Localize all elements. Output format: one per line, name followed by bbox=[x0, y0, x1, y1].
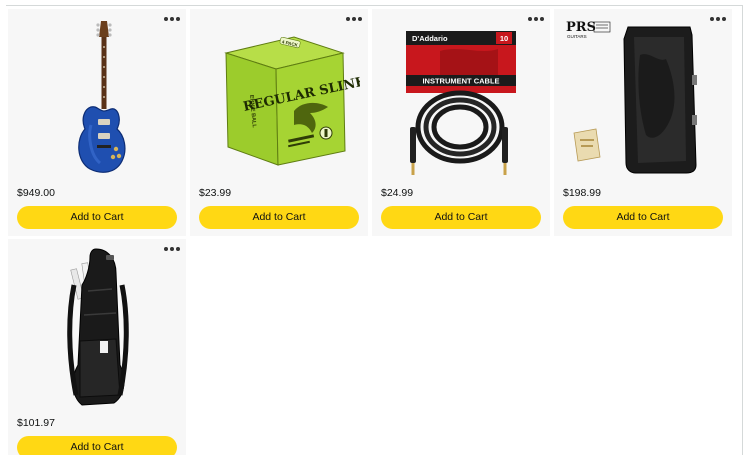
double-guitar-gig-bag-image[interactable] bbox=[16, 245, 178, 411]
add-to-cart-button[interactable]: Add to Cart bbox=[17, 206, 177, 229]
svg-text:PRS: PRS bbox=[566, 20, 596, 35]
guitar-hardshell-case-image[interactable]: PRS GUITARS bbox=[562, 15, 724, 181]
svg-text:INSTRUMENT CABLE: INSTRUMENT CABLE bbox=[422, 77, 499, 86]
right-divider bbox=[742, 5, 743, 455]
product-card[interactable]: 4 PACK ERNIE BALL REGULAR SLINKY $23.99 … bbox=[190, 9, 368, 236]
guitar-hardshell-case-image-svg: PRS GUITARS bbox=[566, 20, 697, 174]
add-to-cart-button[interactable]: Add to Cart bbox=[381, 206, 541, 229]
guitar-strings-4-pack-image[interactable]: 4 PACK ERNIE BALL REGULAR SLINKY bbox=[198, 15, 360, 181]
product-card[interactable]: D'Addario 10 INSTRUMENT CABLE $24.99 Add… bbox=[372, 9, 550, 236]
product-price: $949.00 bbox=[17, 187, 55, 199]
top-divider bbox=[6, 5, 742, 6]
svg-text:GUITARS: GUITARS bbox=[567, 34, 587, 39]
product-card[interactable]: PRS GUITARS $198.99 Add to Cart bbox=[554, 9, 732, 236]
electric-guitar-image[interactable] bbox=[16, 15, 178, 181]
svg-text:10: 10 bbox=[500, 34, 508, 43]
product-card[interactable]: $101.97 Add to Cart bbox=[8, 239, 186, 455]
guitar-strings-4-pack-image-svg: 4 PACK ERNIE BALL REGULAR SLINKY bbox=[224, 36, 360, 166]
product-price: $23.99 bbox=[199, 187, 232, 199]
product-price: $24.99 bbox=[381, 187, 414, 199]
electric-guitar-image-svg bbox=[78, 21, 126, 173]
svg-text:D'Addario: D'Addario bbox=[412, 34, 448, 43]
add-to-cart-button[interactable]: Add to Cart bbox=[199, 206, 359, 229]
double-guitar-gig-bag-image-svg bbox=[67, 248, 129, 406]
product-price: $101.97 bbox=[17, 417, 55, 429]
instrument-cable-image[interactable]: D'Addario 10 INSTRUMENT CABLE bbox=[380, 15, 542, 181]
product-grid: $949.00 Add to Cart 4 PACK ERNIE BALL RE… bbox=[8, 9, 732, 455]
add-to-cart-button[interactable]: Add to Cart bbox=[563, 206, 723, 229]
product-card[interactable]: $949.00 Add to Cart bbox=[8, 9, 186, 236]
add-to-cart-button[interactable]: Add to Cart bbox=[17, 436, 177, 455]
product-grid-page: $949.00 Add to Cart 4 PACK ERNIE BALL RE… bbox=[0, 0, 749, 455]
instrument-cable-image-svg: D'Addario 10 INSTRUMENT CABLE bbox=[406, 31, 516, 175]
product-price: $198.99 bbox=[563, 187, 601, 199]
